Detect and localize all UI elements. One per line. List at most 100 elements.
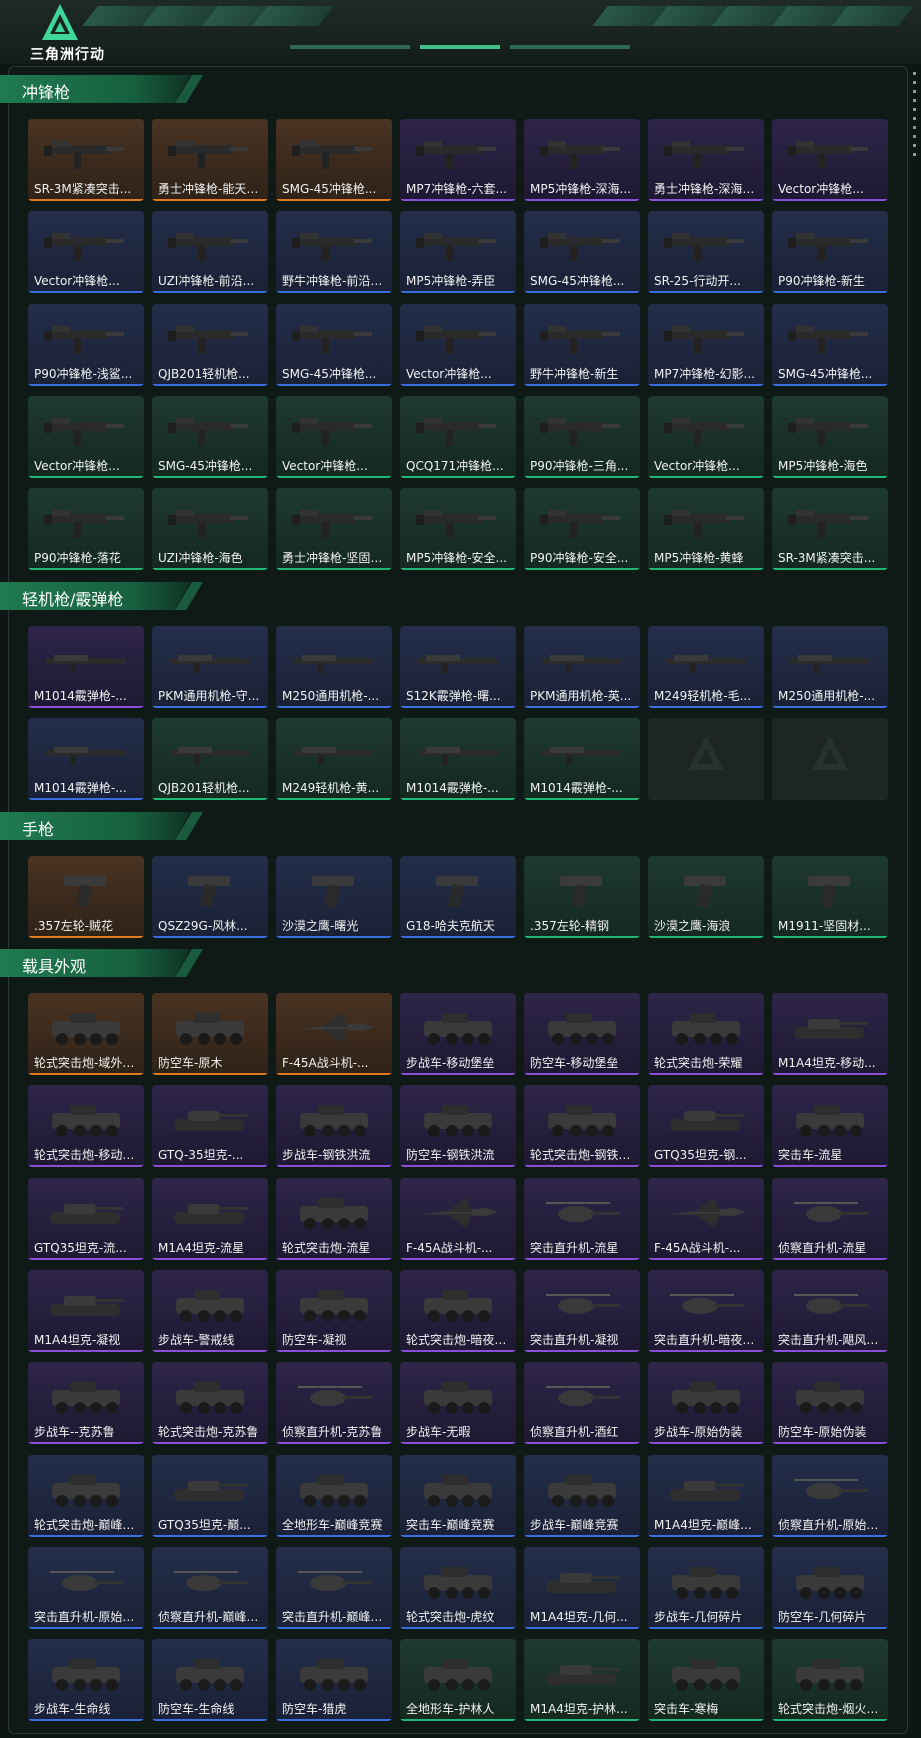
skin-card[interactable]: 突击车-流星 (772, 1085, 888, 1167)
skin-card[interactable]: 侦察直升机-酒红 (524, 1362, 640, 1444)
skin-card[interactable]: Vector冲锋枪... (772, 119, 888, 201)
skin-card[interactable]: MP7冲锋枪-幻影... (648, 304, 764, 386)
skin-card[interactable]: 步战车-移动堡垒 (400, 993, 516, 1075)
skin-card[interactable]: 步战车-无暇 (400, 1362, 516, 1444)
skin-card[interactable]: M1A4坦克-护林... (524, 1639, 640, 1721)
skin-card[interactable]: SMG-45冲锋枪... (276, 119, 392, 201)
skin-card[interactable]: 野牛冲锋枪-前沿科... (276, 211, 392, 293)
skin-card[interactable]: 侦察直升机-流星 (772, 1178, 888, 1260)
skin-card[interactable]: MP7冲锋枪-六套... (400, 119, 516, 201)
skin-card[interactable]: SMG-45冲锋枪... (524, 211, 640, 293)
skin-card[interactable]: GTQ35坦克-钢... (648, 1085, 764, 1167)
skin-card[interactable]: PKM通用机枪-守... (152, 626, 268, 708)
skin-card[interactable]: 轮式突击炮-移动堡... (28, 1085, 144, 1167)
skin-card[interactable]: .357左轮-贼花 (28, 856, 144, 938)
skin-card[interactable]: Vector冲锋枪... (28, 211, 144, 293)
skin-card[interactable]: P90冲锋枪-浅鲨... (28, 304, 144, 386)
skin-card[interactable]: 防空车-钢铁洪流 (400, 1085, 516, 1167)
skin-card[interactable]: GTQ35坦克-巅... (152, 1455, 268, 1537)
skin-card[interactable]: 突击直升机-暗夜行... (648, 1270, 764, 1352)
skin-card[interactable]: 轮式突击炮-域外狂... (28, 993, 144, 1075)
skin-card[interactable]: 防空车-猎虎 (276, 1639, 392, 1721)
skin-card[interactable]: MP5冲锋枪-弄臣 (400, 211, 516, 293)
skin-card[interactable]: PKM通用机枪-英... (524, 626, 640, 708)
skin-card[interactable]: M1A4坦克-移动... (772, 993, 888, 1075)
skin-card[interactable]: 步战车-几何碎片 (648, 1547, 764, 1629)
skin-card[interactable]: 侦察直升机-原始伪... (772, 1455, 888, 1537)
skin-card[interactable]: 轮式突击炮-流星 (276, 1178, 392, 1260)
skin-card[interactable]: UZI冲锋枪-海色 (152, 488, 268, 570)
skin-card[interactable]: M1A4坦克-流星 (152, 1178, 268, 1260)
skin-card[interactable]: 防空车-原始伪装 (772, 1362, 888, 1444)
skin-card[interactable]: 野牛冲锋枪-新生 (524, 304, 640, 386)
skin-card[interactable]: 突击车-寒梅 (648, 1639, 764, 1721)
skin-card[interactable]: G18-哈夫克航天 (400, 856, 516, 938)
skin-card[interactable]: 侦察直升机-克苏鲁 (276, 1362, 392, 1444)
skin-card[interactable]: M1A4坦克-凝视 (28, 1270, 144, 1352)
skin-card[interactable]: SMG-45冲锋枪... (152, 396, 268, 478)
skin-card[interactable]: Vector冲锋枪... (28, 396, 144, 478)
skin-card[interactable]: MP5冲锋枪-海色 (772, 396, 888, 478)
skin-card[interactable]: 侦察直升机-巅峰竞... (152, 1547, 268, 1629)
skin-card[interactable]: P90冲锋枪-新生 (772, 211, 888, 293)
skin-card[interactable]: 沙漠之鹰-海浪 (648, 856, 764, 938)
skin-card[interactable]: 轮式突击炮-虎纹 (400, 1547, 516, 1629)
skin-card[interactable]: Vector冲锋枪... (276, 396, 392, 478)
skin-card[interactable]: 全地形车-巅峰竞赛 (276, 1455, 392, 1537)
skin-card[interactable]: F-45A战斗机-... (648, 1178, 764, 1260)
skin-card[interactable]: 突击车-巅峰竞赛 (400, 1455, 516, 1537)
skin-card[interactable]: 突击直升机-流星 (524, 1178, 640, 1260)
skin-card[interactable]: 步战车-原始伪装 (648, 1362, 764, 1444)
skin-card[interactable]: P90冲锋枪-安全... (524, 488, 640, 570)
skin-card[interactable]: GTQ-35坦克-... (152, 1085, 268, 1167)
skin-card[interactable]: 勇士冲锋枪-能天使... (152, 119, 268, 201)
skin-card[interactable]: QJB201轻机枪... (152, 304, 268, 386)
skin-card[interactable]: 轮式突击炮-巅峰竞... (28, 1455, 144, 1537)
skin-card[interactable]: QCQ171冲锋枪... (400, 396, 516, 478)
skin-card[interactable]: QSZ29G-风林... (152, 856, 268, 938)
skin-card[interactable]: P90冲锋枪-落花 (28, 488, 144, 570)
skin-card[interactable]: F-45A战斗机-... (276, 993, 392, 1075)
skin-card[interactable]: M250通用机枪-... (276, 626, 392, 708)
skin-card[interactable]: M249轻机枪-毛... (648, 626, 764, 708)
skin-card[interactable]: 轮式突击炮-烟火2... (772, 1639, 888, 1721)
skin-card[interactable]: SR-3M紧凑突击... (28, 119, 144, 201)
skin-card[interactable]: 步战车-警戒线 (152, 1270, 268, 1352)
skin-card[interactable]: GTQ35坦克-流... (28, 1178, 144, 1260)
skin-card[interactable]: 突击直升机-飓风行... (772, 1270, 888, 1352)
skin-card[interactable]: 步战车-生命线 (28, 1639, 144, 1721)
skin-card[interactable]: 勇士冲锋枪-深海恐... (648, 119, 764, 201)
skin-card[interactable]: 防空车-移动堡垒 (524, 993, 640, 1075)
skin-card[interactable]: S12K霰弹枪-曙... (400, 626, 516, 708)
skin-card[interactable]: MP5冲锋枪-黄蜂 (648, 488, 764, 570)
skin-card[interactable]: Vector冲锋枪... (648, 396, 764, 478)
skin-card[interactable]: 防空车-生命线 (152, 1639, 268, 1721)
skin-card[interactable]: 轮式突击炮-钢铁洪... (524, 1085, 640, 1167)
skin-card[interactable]: M1911-坚固材... (772, 856, 888, 938)
skin-card[interactable]: M1014霰弹枪-... (28, 718, 144, 800)
skin-card[interactable]: 轮式突击炮-克苏鲁 (152, 1362, 268, 1444)
skin-card[interactable]: 勇士冲锋枪-坚固材... (276, 488, 392, 570)
skin-card[interactable]: P90冲锋枪-三角... (524, 396, 640, 478)
skin-card[interactable]: 防空车-几何碎片 (772, 1547, 888, 1629)
skin-card[interactable]: 步战车-巅峰竞赛 (524, 1455, 640, 1537)
skin-card[interactable]: SMG-45冲锋枪... (276, 304, 392, 386)
skin-card[interactable]: 步战车--克苏鲁 (28, 1362, 144, 1444)
skin-card[interactable]: 防空车-原木 (152, 993, 268, 1075)
skin-card[interactable]: 防空车-凝视 (276, 1270, 392, 1352)
skin-card[interactable]: 轮式突击炮-暗夜行... (400, 1270, 516, 1352)
skin-card[interactable]: M1A4坦克-几何... (524, 1547, 640, 1629)
skin-card[interactable]: SMG-45冲锋枪... (772, 304, 888, 386)
skin-card[interactable]: Vector冲锋枪... (400, 304, 516, 386)
skin-card[interactable]: M1014霰弹枪-... (28, 626, 144, 708)
skin-card[interactable]: SR-3M紧凑突击... (772, 488, 888, 570)
skin-card[interactable]: QJB201轻机枪... (152, 718, 268, 800)
skin-card[interactable]: 全地形车-护林人 (400, 1639, 516, 1721)
skin-card[interactable]: .357左轮-精钢 (524, 856, 640, 938)
skin-card[interactable]: M250通用机枪-... (772, 626, 888, 708)
skin-card[interactable]: UZI冲锋枪-前沿... (152, 211, 268, 293)
skin-card[interactable]: SR-25-行动开... (648, 211, 764, 293)
skin-card[interactable]: 突击直升机-巅峰竞... (276, 1547, 392, 1629)
skin-card[interactable]: 轮式突击炮-荣耀 (648, 993, 764, 1075)
skin-card[interactable]: 突击直升机-原始伪... (28, 1547, 144, 1629)
